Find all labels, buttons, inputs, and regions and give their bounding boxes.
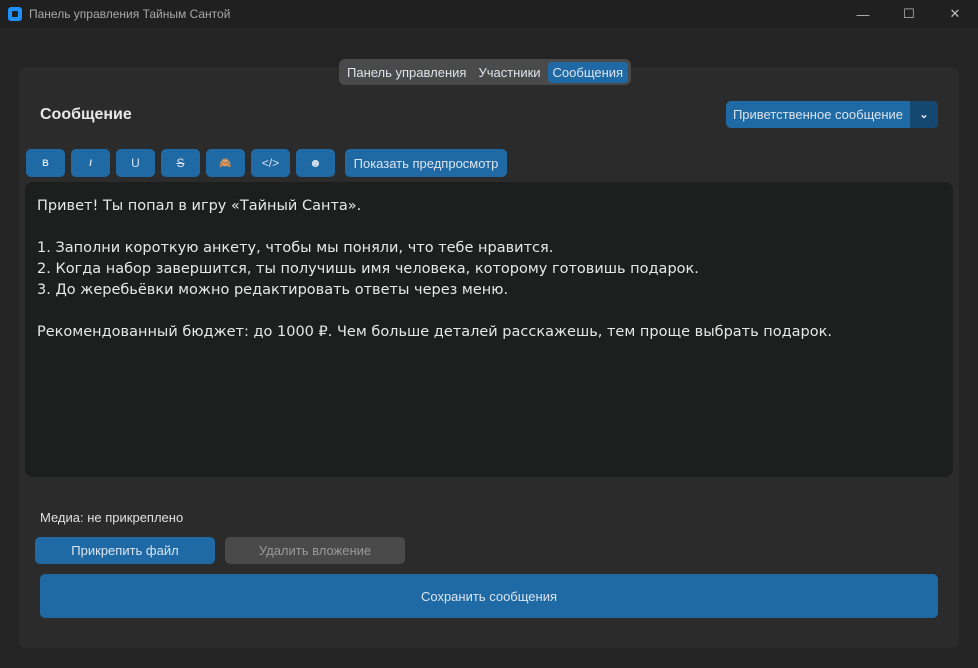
message-type-dropdown[interactable]: Приветственное сообщение ⌄ — [726, 101, 938, 128]
attach-file-button[interactable]: Прикрепить файл — [35, 537, 215, 564]
title-bar: Панель управления Тайным Сантой — ☐ ✕ — [0, 0, 978, 28]
tab-participants[interactable]: Участники — [473, 62, 545, 83]
tab-bar: Панель управления Участники Сообщения — [339, 59, 632, 85]
close-button[interactable]: ✕ — [932, 0, 978, 28]
strikethrough-button[interactable]: S — [161, 149, 200, 177]
tab-dashboard[interactable]: Панель управления — [342, 62, 471, 83]
bold-button[interactable]: B — [26, 149, 65, 177]
media-status: Медиа: не прикреплено — [40, 510, 184, 525]
tab-messages[interactable]: Сообщения — [547, 61, 629, 83]
italic-button[interactable]: I — [71, 149, 110, 177]
emoji-button[interactable]: ☻ — [296, 149, 335, 177]
remove-attachment-button[interactable]: Удалить вложение — [225, 537, 405, 564]
spoiler-button[interactable]: 🙈 — [206, 149, 245, 177]
maximize-button[interactable]: ☐ — [886, 0, 932, 28]
app-icon — [8, 7, 22, 21]
minimize-button[interactable]: — — [840, 0, 886, 28]
save-messages-button[interactable]: Сохранить сообщения — [40, 574, 938, 618]
underline-button[interactable]: U — [116, 149, 155, 177]
message-type-value[interactable]: Приветственное сообщение — [726, 101, 910, 128]
chevron-down-icon[interactable]: ⌄ — [910, 101, 938, 128]
code-button[interactable]: </> — [251, 149, 290, 177]
page-title: Сообщение — [40, 106, 132, 123]
window-title: Панель управления Тайным Сантой — [29, 7, 231, 21]
message-editor[interactable]: Привет! Ты попал в игру «Тайный Санта». … — [25, 182, 953, 477]
preview-button[interactable]: Показать предпросмотр — [345, 149, 507, 177]
